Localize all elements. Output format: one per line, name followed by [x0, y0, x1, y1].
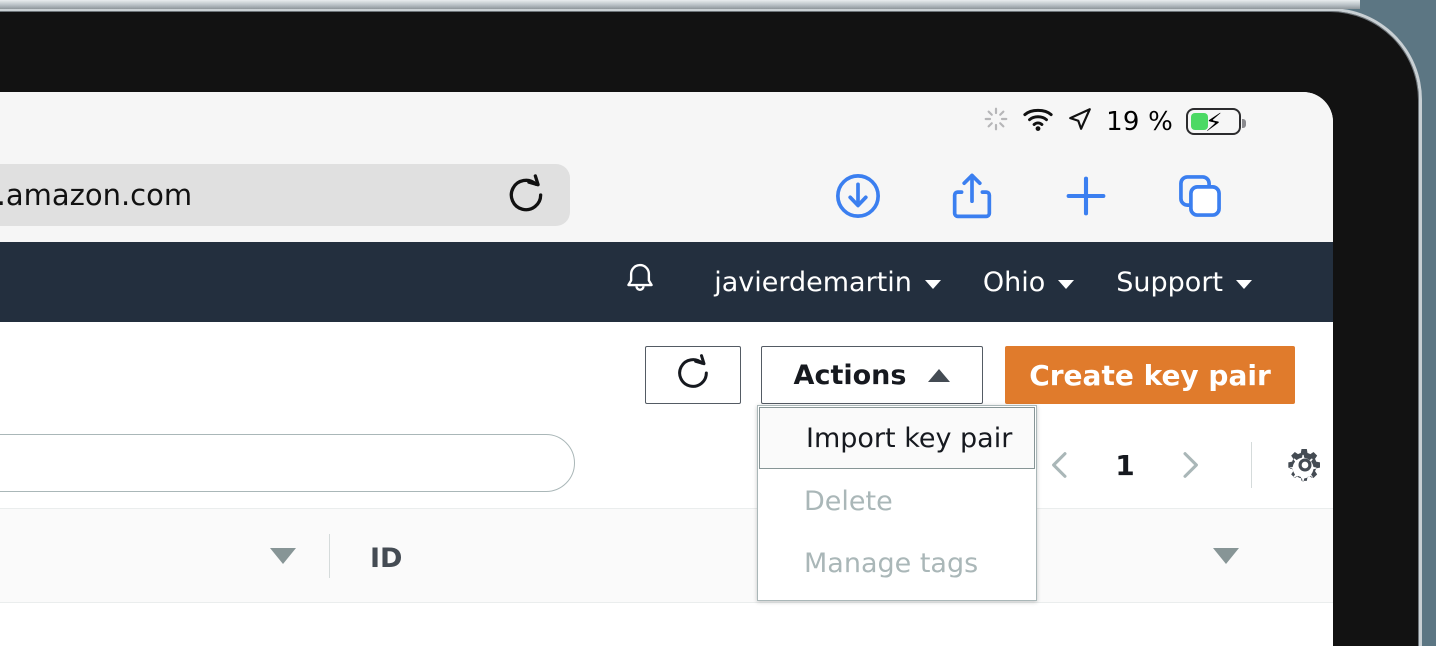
menu-item-label: Manage tags — [804, 547, 979, 579]
region-label: Ohio — [982, 266, 1046, 298]
column-header-id[interactable]: ID — [370, 543, 402, 574]
current-page-number[interactable]: 1 — [1095, 449, 1155, 482]
support-menu[interactable]: Support — [1095, 242, 1273, 322]
chevron-down-icon — [1058, 279, 1075, 289]
chevron-down-icon — [1236, 279, 1252, 289]
support-label: Support — [1116, 266, 1223, 298]
menu-item-import-key-pair[interactable]: Import key pair — [759, 407, 1035, 469]
ios-status-bar: 19 % ⚡ — [0, 92, 1333, 148]
actions-label: Actions — [793, 359, 907, 391]
address-bar[interactable]: aws.amazon.com — [0, 164, 570, 226]
share-icon[interactable] — [944, 170, 1000, 222]
downloads-icon[interactable] — [830, 170, 886, 222]
table-header-row: ID — [0, 508, 1333, 603]
url-text: aws.amazon.com — [0, 178, 193, 212]
wifi-icon — [1022, 106, 1054, 137]
new-tab-icon[interactable] — [1058, 170, 1114, 222]
pagination-divider — [1251, 442, 1252, 488]
location-arrow-icon — [1067, 106, 1093, 137]
notifications-button[interactable] — [603, 242, 693, 322]
create-key-pair-label: Create key pair — [1029, 358, 1271, 392]
browser-chrome: 19 % ⚡ aws.amazon.com — [0, 92, 1333, 242]
screenshot-root: 19 % ⚡ aws.amazon.com — [0, 0, 1436, 646]
reload-icon[interactable] — [504, 173, 570, 217]
caret-down-icon[interactable] — [1213, 548, 1239, 564]
key-pairs-page: Actions Create key pair Import key pair … — [0, 322, 1333, 646]
chevron-down-icon — [924, 279, 941, 289]
spinner-icon — [983, 106, 1009, 137]
bell-icon — [621, 260, 659, 305]
refresh-icon — [673, 353, 713, 398]
chevron-right-icon[interactable] — [1155, 438, 1225, 492]
actions-dropdown-menu: Import key pair Delete Manage tags — [757, 405, 1037, 601]
gear-icon[interactable] — [1278, 438, 1332, 492]
filter-row: 1 — [0, 422, 1333, 508]
status-bar-indicators: 19 % ⚡ — [983, 106, 1246, 137]
battery-charging-icon: ⚡ — [1186, 108, 1246, 136]
tabs-icon[interactable] — [1172, 170, 1228, 222]
create-key-pair-button[interactable]: Create key pair — [1005, 346, 1295, 404]
actions-dropdown-button[interactable]: Actions — [761, 346, 983, 404]
browser-toolbar: aws.amazon.com — [0, 148, 1333, 242]
search-input[interactable] — [0, 434, 575, 492]
device-top-edge — [0, 0, 1360, 9]
caret-down-icon[interactable] — [270, 548, 296, 564]
page-action-row: Actions Create key pair Import key pair … — [0, 322, 1333, 601]
browser-action-icons — [830, 170, 1228, 222]
refresh-button[interactable] — [645, 346, 741, 404]
aws-top-navigation: javierdemartin Ohio Support — [0, 242, 1333, 322]
device-screen: 19 % ⚡ aws.amazon.com — [0, 92, 1333, 646]
menu-item-label: Import key pair — [806, 422, 1013, 454]
account-menu[interactable]: javierdemartin — [693, 242, 962, 322]
menu-item-manage-tags: Manage tags — [758, 532, 1036, 594]
menu-item-label: Delete — [804, 485, 893, 517]
region-menu[interactable]: Ohio — [962, 242, 1095, 322]
battery-percentage: 19 % — [1106, 106, 1173, 137]
table-body — [0, 603, 1333, 625]
caret-up-icon — [928, 368, 951, 382]
pagination: 1 — [1025, 438, 1332, 492]
account-label: javierdemartin — [714, 266, 912, 298]
table-header-divider — [329, 534, 330, 578]
menu-item-delete: Delete — [758, 470, 1036, 532]
